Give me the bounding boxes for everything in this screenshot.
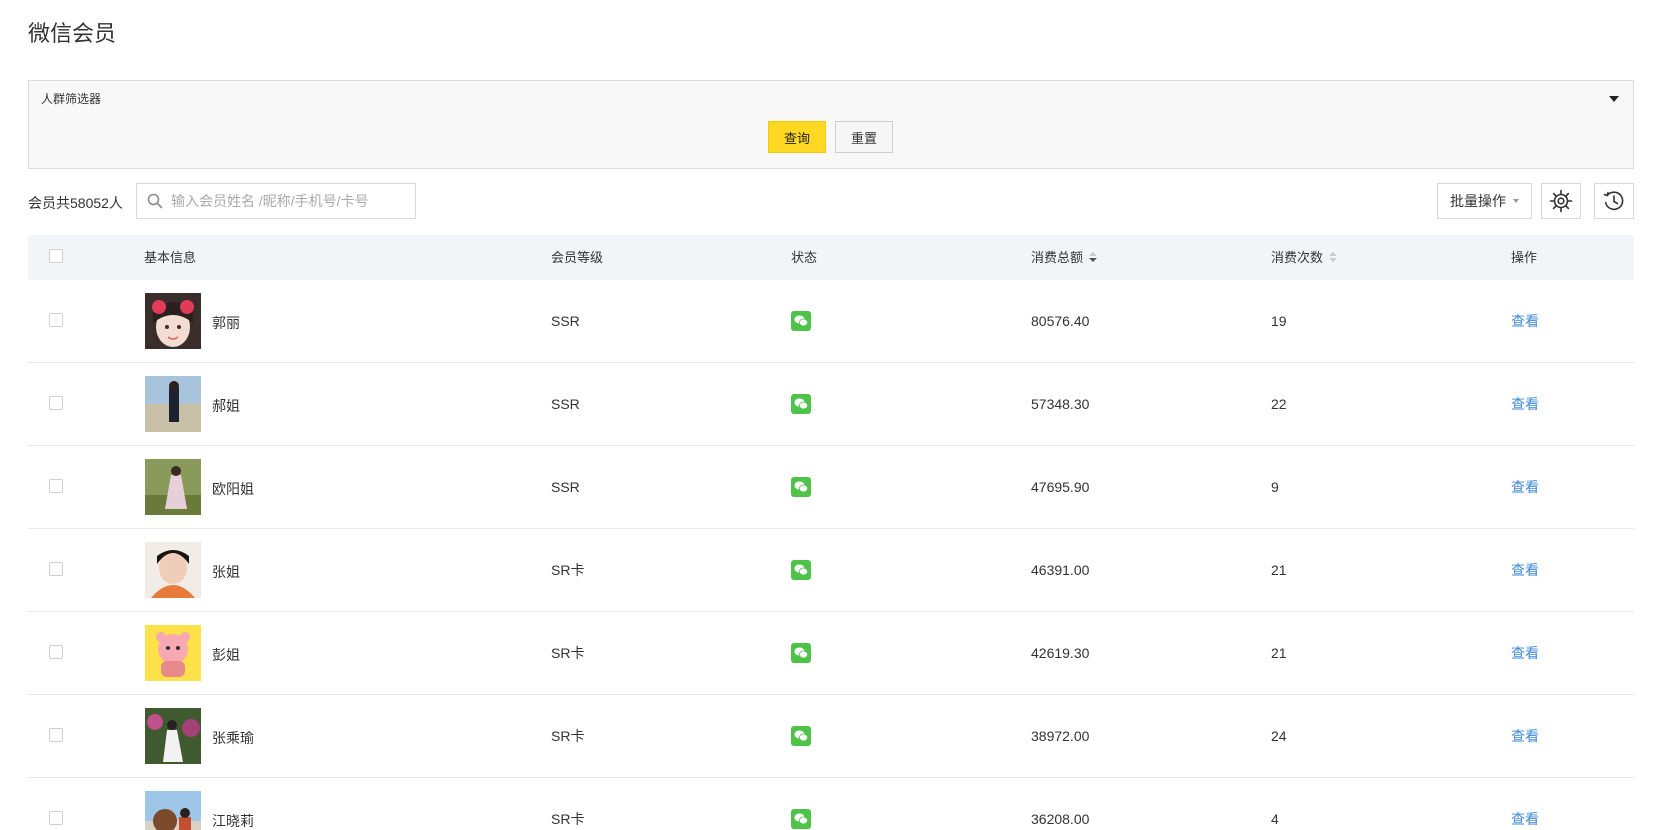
avatar [145,293,201,349]
avatar [145,542,201,598]
total-spend: 46391.00 [1031,562,1090,578]
total-spend-label: 消费总额 [1031,250,1084,265]
view-link[interactable]: 查看 [1511,280,1539,363]
wechat-icon [791,643,811,663]
avatar [145,708,201,764]
purchase-count: 9 [1271,479,1279,495]
bulk-actions-dropdown[interactable]: 批量操作 [1437,183,1532,219]
total-spend: 38972.00 [1031,728,1090,744]
column-header-member-level: 会员等级 [551,250,604,265]
wechat-icon [791,311,811,331]
member-count: 会员共58052人 [28,195,123,211]
table-header: 基本信息 会员等级 状态 消费总额 消费次数 操作 [28,235,1634,280]
table-row: 郭丽 SSR 80576.40 19 查看 [28,280,1634,363]
member-level: SR卡 [551,645,585,661]
row-checkbox[interactable] [49,728,63,742]
view-link[interactable]: 查看 [1511,695,1539,778]
purchase-count: 24 [1271,728,1287,744]
table-row: 张乘瑜 SR卡 38972.00 24 查看 [28,695,1634,778]
view-link[interactable]: 查看 [1511,529,1539,612]
bulk-actions-label: 批量操作 [1450,193,1506,209]
avatar [145,625,201,681]
member-name: 张乘瑜 [212,730,254,746]
total-spend: 47695.90 [1031,479,1090,495]
row-checkbox[interactable] [49,396,63,410]
purchase-count: 21 [1271,562,1287,578]
column-header-basic-info: 基本信息 [144,250,197,265]
purchase-count: 19 [1271,313,1287,329]
total-spend: 42619.30 [1031,645,1090,661]
filter-label: 人群筛选器 [41,92,102,106]
caret-down-icon [1513,199,1519,203]
avatar [145,791,201,830]
gear-icon [1549,189,1573,213]
members-table: 基本信息 会员等级 状态 消费总额 消费次数 操作 郭丽 SSR 80576.4… [28,235,1634,830]
member-name: 郝姐 [212,398,240,414]
view-link[interactable]: 查看 [1511,446,1539,529]
purchase-count: 21 [1271,645,1287,661]
sort-icon[interactable] [1329,252,1338,263]
history-button[interactable] [1594,183,1634,219]
table-row: 郝姐 SSR 57348.30 22 查看 [28,363,1634,446]
reset-button[interactable]: 重置 [835,121,893,153]
column-header-purchase-count[interactable]: 消费次数 [1271,235,1338,280]
purchase-count-label: 消费次数 [1271,250,1324,265]
table-row: 张姐 SR卡 46391.00 21 查看 [28,529,1634,612]
wechat-icon [791,394,811,414]
wechat-icon [791,560,811,580]
member-level: SR卡 [551,728,585,744]
member-level: SR卡 [551,562,585,578]
search-icon [147,193,163,209]
member-level: SSR [551,479,580,495]
total-spend: 80576.40 [1031,313,1090,329]
sort-desc-icon[interactable] [1089,252,1098,263]
settings-button[interactable] [1541,183,1581,219]
member-name: 郭丽 [212,315,240,331]
column-header-actions: 操作 [1511,250,1538,265]
view-link[interactable]: 查看 [1511,612,1539,695]
history-icon [1603,191,1624,211]
select-all-checkbox[interactable] [49,249,63,263]
member-name: 欧阳姐 [212,481,254,497]
column-header-total-spend[interactable]: 消费总额 [1031,235,1098,280]
row-checkbox[interactable] [49,811,63,825]
total-spend: 57348.30 [1031,396,1090,412]
query-button[interactable]: 查询 [768,121,826,153]
table-row: 江晓莉 SR卡 36208.00 4 查看 [28,778,1634,830]
purchase-count: 22 [1271,396,1287,412]
wechat-icon [791,726,811,746]
total-spend: 36208.00 [1031,811,1090,827]
search-box[interactable] [136,183,416,219]
avatar [145,459,201,515]
column-header-status: 状态 [791,250,818,265]
purchase-count: 4 [1271,811,1279,827]
row-checkbox[interactable] [49,645,63,659]
avatar [145,376,201,432]
view-link[interactable]: 查看 [1511,363,1539,446]
member-name: 张姐 [212,564,240,580]
table-row: 彭姐 SR卡 42619.30 21 查看 [28,612,1634,695]
row-checkbox[interactable] [49,562,63,576]
search-input[interactable] [171,184,411,218]
wechat-icon [791,809,811,829]
member-level: SR卡 [551,811,585,827]
member-level: SSR [551,396,580,412]
member-name: 彭姐 [212,647,240,663]
member-level: SSR [551,313,580,329]
row-checkbox[interactable] [49,479,63,493]
audience-filter-panel: 人群筛选器 查询 重置 [28,80,1634,169]
table-row: 欧阳姐 SSR 47695.90 9 查看 [28,446,1634,529]
row-checkbox[interactable] [49,313,63,327]
page-title: 微信会员 [28,21,117,46]
caret-down-icon[interactable] [1609,96,1619,102]
wechat-icon [791,477,811,497]
view-link[interactable]: 查看 [1511,778,1539,830]
member-name: 江晓莉 [212,813,254,829]
